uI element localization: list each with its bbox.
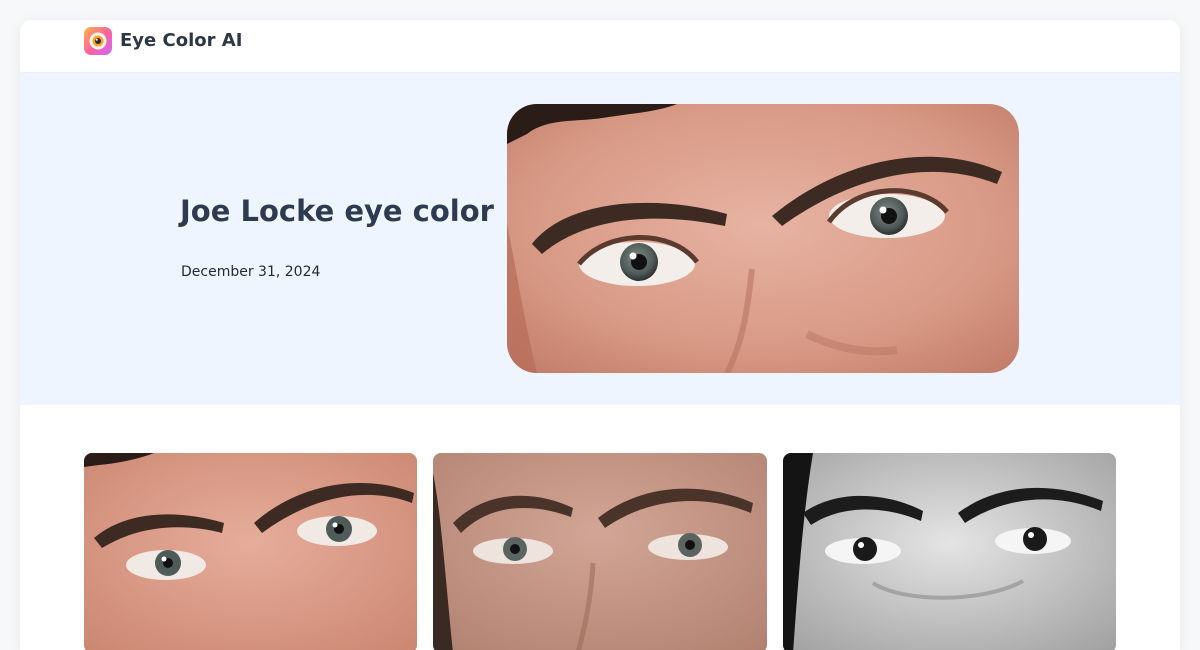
- hero-eyes-photo: [507, 104, 1019, 373]
- page-title: Joe Locke eye color: [180, 194, 494, 228]
- hero-section: Joe Locke eye color December 31, 2024: [20, 73, 1180, 405]
- gallery-photo-grayscale[interactable]: [783, 453, 1116, 650]
- top-navbar: Eye Color AI: [20, 20, 1180, 73]
- publish-date: December 31, 2024: [181, 264, 321, 280]
- page-card: Eye Color AI Joe Locke eye color Decembe…: [20, 20, 1180, 650]
- gallery-photo-warm[interactable]: [433, 453, 767, 650]
- eye-logo-icon[interactable]: [84, 27, 112, 55]
- brand-name[interactable]: Eye Color AI: [120, 30, 242, 52]
- gallery-photo-color[interactable]: [84, 453, 417, 650]
